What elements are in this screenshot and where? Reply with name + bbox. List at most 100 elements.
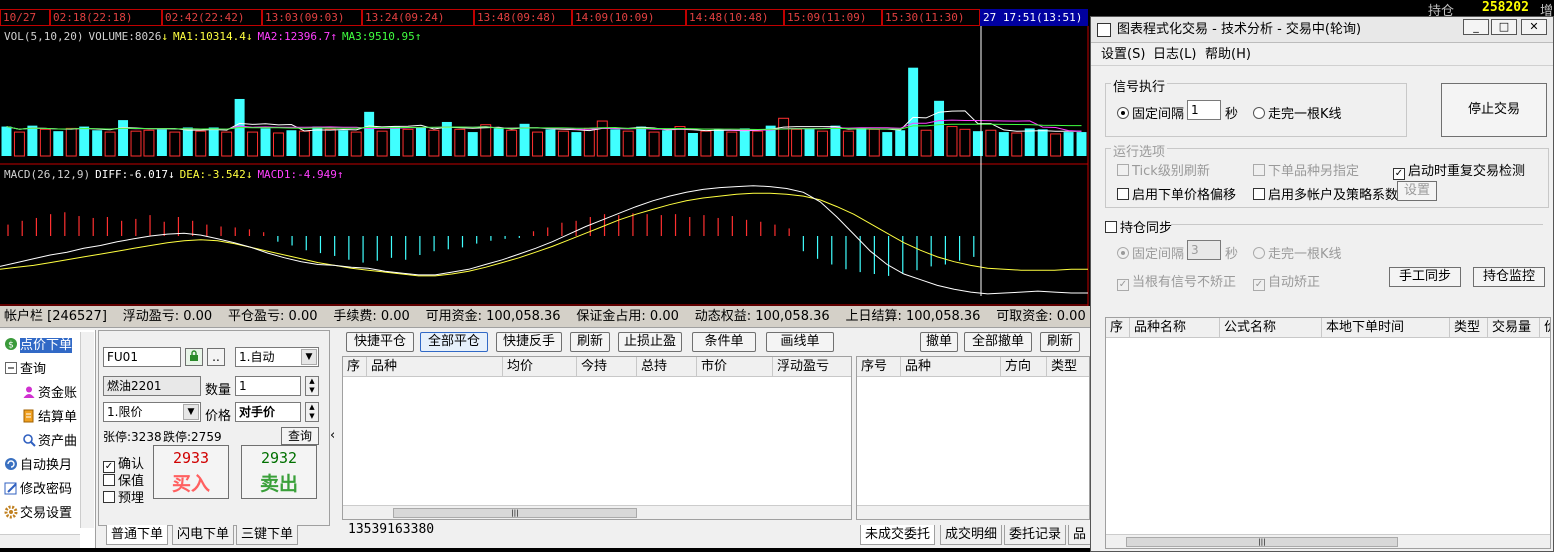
col-log-seq[interactable]: 序 [1106,318,1130,338]
nav-item-change-password[interactable]: 修改密码 [4,480,72,500]
price-input[interactable]: 对手价 [235,402,301,422]
nav-item-asset-curve[interactable]: 资产曲 [22,432,77,452]
restart-check-checkbox[interactable]: ✓ 启动时重复交易检测 [1393,160,1525,180]
col-seq[interactable]: 序 [343,357,367,377]
sync-bar-radio[interactable]: 走完一根K线 [1253,243,1342,262]
interval-input[interactable]: 1 [1187,100,1221,120]
pending-orders-table[interactable]: 序号 品种 方向 类型 [856,356,1090,520]
quantity-input[interactable]: 1 [235,376,301,396]
col-type[interactable]: 类型 [1047,357,1089,377]
chart-area[interactable]: 10/27 02:18(22:18) 02:42(22:42) 13:03(09:03… [0,0,1090,306]
position-sync-checkbox[interactable]: 持仓同步 [1105,217,1172,236]
signal-log-scrollbar[interactable]: ||| [1106,534,1550,548]
setup-button[interactable]: 设置 [1397,181,1437,201]
col-symbol[interactable]: 品种 [367,357,503,377]
positions-scrollbar[interactable]: ||| [343,505,851,519]
col-avg-price[interactable]: 均价 [503,357,577,377]
col-market-price[interactable]: 市价 [697,357,773,377]
col-log-order-time[interactable]: 本地下单时间 [1322,318,1450,338]
tab-more[interactable]: 品 [1068,525,1092,545]
cancel-order-button[interactable]: 撤单 [920,332,958,352]
contract-field[interactable]: 燃油2201 [103,376,201,396]
col-log-symbol[interactable]: 品种名称 [1130,318,1220,338]
close-button[interactable]: ✕ [1521,19,1547,35]
menu-settings[interactable]: 设置(S) [1101,44,1145,66]
quantity-stepper[interactable]: ▲ ▼ [305,376,319,396]
menu-help[interactable]: 帮助(H) [1205,44,1251,66]
maximize-button[interactable]: □ [1491,19,1517,35]
nav-item-trade-settings[interactable]: 交易设置 [4,504,72,524]
symbol-specify-checkbox[interactable]: 下单品种另指定 [1253,160,1359,179]
order-form: FU01 .. 1.自动 ▼ 燃油2201 数量 1 ▲ ▼ 1.限价 ▼ 价格 … [98,330,330,526]
volume-bar [557,130,569,157]
manual-sync-button[interactable]: 手工同步 [1389,267,1461,287]
conditional-order-button[interactable]: 条件单 [692,332,756,352]
refresh-positions-button[interactable]: 刷新 [570,332,610,352]
close-all-button[interactable]: 全部平仓 [420,332,488,352]
nav-vertical-scrollbar[interactable] [80,332,94,528]
tab-three-key-order[interactable]: 三键下单 [236,525,299,545]
checkbox-empty-icon [1105,221,1117,233]
minus-box-icon[interactable] [4,361,18,375]
more-options-button[interactable]: .. [207,348,225,366]
dialog-title-bar[interactable]: 图表程式化交易 - 技术分析 - 交易中(轮询) _ □ ✕ [1091,17,1553,43]
query-button[interactable]: 查询 [281,427,319,445]
orders-scrollbar[interactable] [857,505,1089,519]
scroll-thumb[interactable]: ||| [393,508,637,518]
nav-horizontal-scrollbar[interactable] [0,534,80,548]
col-log-type[interactable]: 类型 [1450,318,1488,338]
tab-normal-order[interactable]: 普通下单 [106,525,169,545]
position-monitor-button[interactable]: 持仓监控 [1473,267,1545,287]
auto-correct-checkbox[interactable]: ✓ 自动矫正 [1253,271,1320,291]
no-correct-checkbox[interactable]: ✓ 当根有信号不矫正 [1117,271,1236,291]
refresh-orders-button[interactable]: 刷新 [1040,332,1080,352]
col-log-price[interactable]: 价 [1540,318,1550,338]
nav-tree[interactable]: $ 点价下单 查询 资金账 结算单 资产曲 自动换月 修改密码 交易设置 [0,330,96,552]
account-code-input[interactable]: FU01 [103,347,181,367]
tick-refresh-checkbox[interactable]: Tick级别刷新 [1117,160,1210,179]
preset-checkbox[interactable]: 预埋 [103,487,144,506]
menu-log[interactable]: 日志(L) [1153,44,1196,66]
col-total-pos[interactable]: 总持 [637,357,697,377]
tab-flash-order[interactable]: 闪电下单 [172,525,235,545]
sync-interval-input[interactable]: 3 [1187,240,1221,260]
signal-log-table[interactable]: 序 品种名称 公式名称 本地下单时间 类型 交易量 价 ||| [1105,317,1551,549]
col-today-pos[interactable]: 今持 [577,357,637,377]
cancel-all-button[interactable]: 全部撤单 [964,332,1032,352]
lock-button[interactable] [185,348,203,366]
price-offset-checkbox[interactable]: 启用下单价格偏移 [1117,184,1236,203]
col-direction[interactable]: 方向 [1001,357,1047,377]
nav-item-auto-roll[interactable]: 自动换月 [4,456,72,476]
nav-item-settlement[interactable]: 结算单 [22,408,77,428]
buy-button[interactable]: 2933 买入 [153,445,229,499]
tab-pending-orders[interactable]: 未成交委托 [860,525,936,545]
sell-button[interactable]: 2932 卖出 [241,445,317,499]
col-order-no[interactable]: 序号 [857,357,901,377]
nav-item-query[interactable]: 查询 [4,360,46,380]
positions-table[interactable]: 序 品种 均价 今持 总持 市价 浮动盈亏 ||| [342,356,852,520]
col-log-volume[interactable]: 交易量 [1488,318,1540,338]
quick-reverse-button[interactable]: 快捷反手 [496,332,562,352]
stop-loss-button[interactable]: 止损止盈 [618,332,682,352]
stop-trading-button[interactable]: 停止交易 [1441,83,1547,137]
col-log-formula[interactable]: 公式名称 [1220,318,1322,338]
nav-item-price-order[interactable]: $ 点价下单 [4,336,73,356]
price-stepper[interactable]: ▲ ▼ [305,402,319,422]
line-order-button[interactable]: 画线单 [766,332,834,352]
tab-order-history[interactable]: 委托记录 [1004,525,1067,545]
collapse-arrow-icon[interactable]: ‹ [330,428,335,443]
chart-canvas[interactable] [0,26,1090,306]
quick-close-button[interactable]: 快捷平仓 [346,332,414,352]
col-order-symbol[interactable]: 品种 [901,357,1001,377]
multi-account-checkbox[interactable]: 启用多帐户及策略系数 [1253,184,1398,203]
order-mode-select[interactable]: 1.自动 ▼ [235,347,319,367]
fixed-interval-radio[interactable]: 固定间隔 [1117,103,1184,122]
minimize-button[interactable]: _ [1463,19,1489,35]
tab-fills[interactable]: 成交明细 [940,525,1003,545]
bar-complete-radio[interactable]: 走完一根K线 [1253,103,1342,122]
nav-item-funds[interactable]: 资金账 [22,384,77,404]
scroll-thumb[interactable]: ||| [1126,537,1398,547]
sync-fixed-radio[interactable]: 固定间隔 [1117,243,1184,262]
col-floating-pnl[interactable]: 浮动盈亏 [773,357,851,377]
price-type-select[interactable]: 1.限价 ▼ [103,402,201,422]
